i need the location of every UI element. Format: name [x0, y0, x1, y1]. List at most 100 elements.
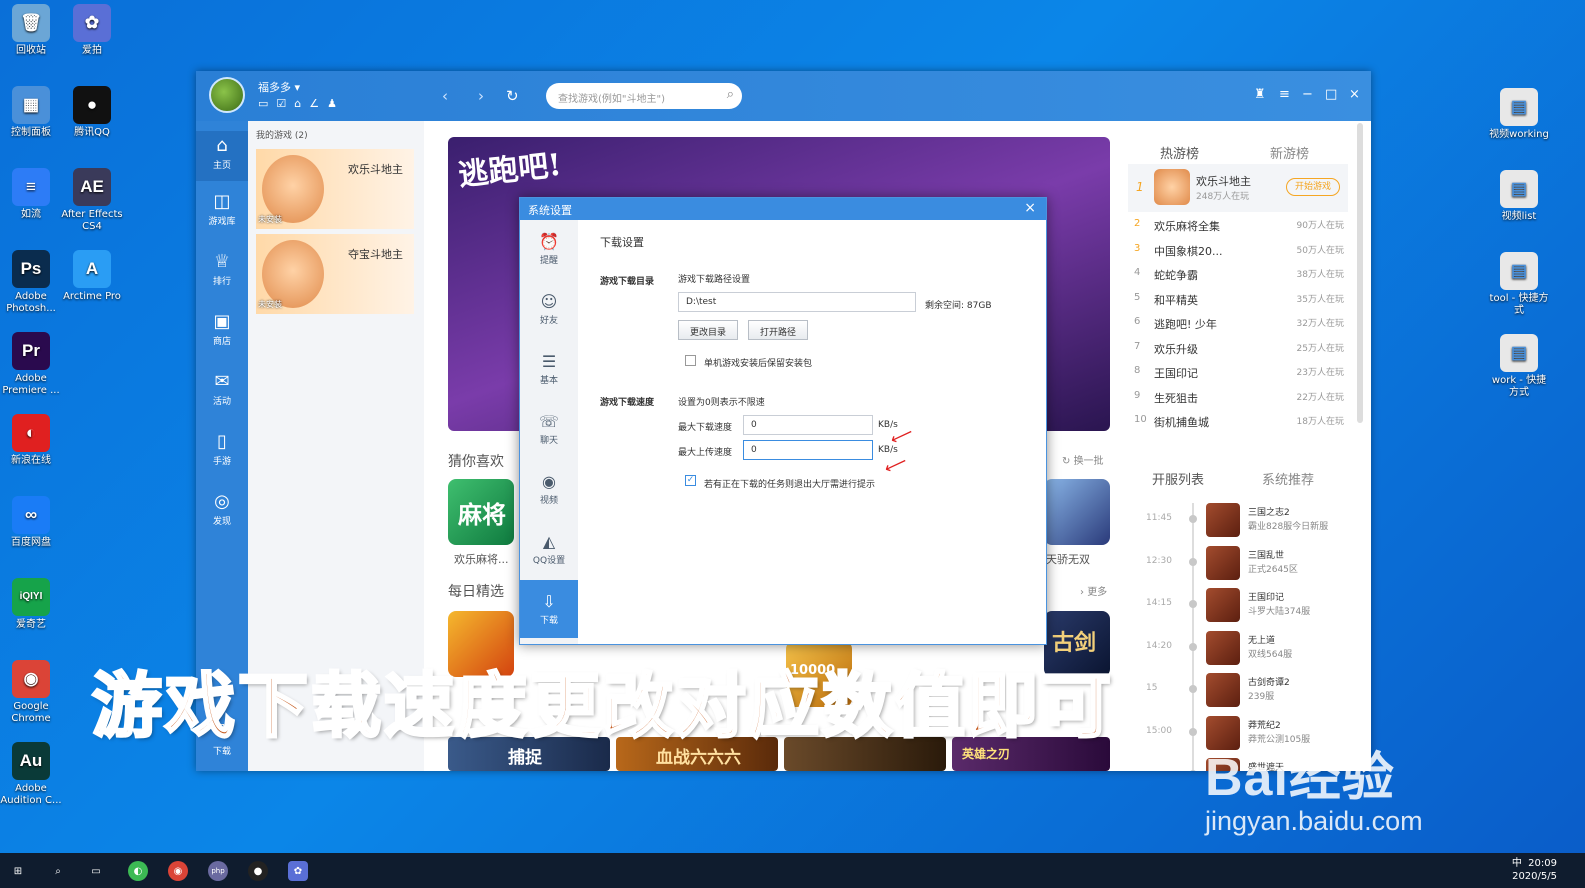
nav-item[interactable]: ▣ 商店 [196, 311, 248, 347]
desktop-icon[interactable]: ▤ tool - 快捷方式 [1488, 252, 1550, 317]
desktop-icon[interactable]: ◐ 新浪在线 [0, 414, 62, 467]
nav-item[interactable]: ✉ 活动 [196, 371, 248, 407]
rank-row[interactable]: 5 和平精英 35万人在玩 [1128, 292, 1344, 312]
back-icon[interactable]: ‹ [442, 87, 448, 105]
search-icon[interactable]: ⌕ [48, 861, 68, 881]
server-row[interactable]: 15 古剑奇谭2 239服 [1124, 671, 1352, 711]
settings-nav-item[interactable]: ☰ 基本 [520, 340, 578, 398]
game-thumb[interactable]: 麻将 [448, 479, 514, 545]
desktop-icon[interactable]: ▤ work - 快捷方式 [1488, 334, 1550, 399]
start-icon[interactable]: ⊞ [8, 861, 28, 881]
nav-item[interactable]: ◫ 游戏库 [196, 191, 248, 227]
nav-item[interactable]: ♕ 排行 [196, 251, 248, 287]
rank-top-item[interactable]: 1 欢乐斗地主 248万人在玩 开始游戏 [1128, 164, 1348, 212]
app-icon[interactable]: ◐ [128, 861, 148, 881]
nav-item[interactable]: ▯ 手游 [196, 431, 248, 467]
game-thumb[interactable] [1044, 479, 1110, 545]
desktop-icon[interactable]: ✿ 爱拍 [61, 4, 123, 57]
desktop-icon[interactable]: ▤ 视频working [1488, 88, 1550, 141]
settings-nav-item[interactable]: ◉ 视频 [520, 460, 578, 518]
my-game-card[interactable]: 欢乐斗地主 未安装 [256, 149, 414, 229]
skin-icon[interactable]: ♜ [1254, 87, 1266, 102]
username[interactable]: 福多多 ▾ [258, 79, 300, 95]
watermark-brand: Bai经验 [1205, 749, 1395, 807]
chrome-icon[interactable]: ◉ [168, 861, 188, 881]
close-icon[interactable]: × [1349, 87, 1360, 102]
server-row[interactable]: 14:20 无上道 双线564服 [1124, 629, 1352, 669]
server-row[interactable]: 14:15 王国印记 斗罗大陆374服 [1124, 586, 1352, 626]
forward-icon[interactable]: › [478, 87, 484, 105]
tab-servers[interactable]: 开服列表 [1152, 469, 1204, 488]
settings-nav-item[interactable]: ◭ QQ设置 [520, 520, 578, 578]
dialog-close-button[interactable]: × [1024, 200, 1036, 216]
open-path-button[interactable]: 打开路径 [748, 320, 808, 340]
aipai-icon[interactable]: ✿ [288, 861, 308, 881]
refresh-icon[interactable]: ↻ [506, 87, 519, 105]
refresh-batch-link[interactable]: ↻ 换一批 [1062, 452, 1104, 467]
desktop-icon[interactable]: Pr Adobe Premiere ... [0, 332, 62, 397]
rank-row[interactable]: 8 王国印记 23万人在玩 [1128, 365, 1344, 385]
max-download-input[interactable]: 0 [743, 415, 873, 435]
rank-row[interactable]: 7 欢乐升级 25万人在玩 [1128, 341, 1344, 361]
nav-icon: ◎ [214, 491, 230, 512]
system-tray[interactable]: 中 20:09 2020/5/5 [1512, 857, 1557, 883]
message-icon[interactable]: ▭ [258, 97, 268, 110]
game-label[interactable]: 天骄无双 [1046, 551, 1090, 567]
scrollbar[interactable] [1357, 123, 1363, 423]
rank-row[interactable]: 3 中国象棋20... 50万人在玩 [1128, 243, 1344, 263]
friends-icon[interactable]: ♟ [327, 97, 337, 110]
more-link[interactable]: › 更多 [1080, 583, 1107, 598]
qq-icon[interactable]: ● [248, 861, 268, 881]
max-upload-input[interactable]: 0 [743, 440, 873, 460]
nav-item[interactable]: ◎ 发现 [196, 491, 248, 527]
maximize-icon[interactable]: □ [1325, 87, 1337, 102]
desktop-icon[interactable]: AE After Effects CS4 [61, 168, 123, 233]
server-row[interactable]: 12:30 三国乱世 正式2645区 [1124, 544, 1352, 584]
desktop-icon[interactable]: Ps Adobe Photosh... [0, 250, 62, 315]
ime-indicator[interactable]: 中 [1512, 858, 1522, 869]
rank-row[interactable]: 6 逃跑吧! 少年 32万人在玩 [1128, 316, 1344, 336]
download-path-input[interactable]: D:\test [678, 292, 916, 312]
settings-nav-item[interactable]: ⏰ 提醒 [520, 220, 578, 278]
server-time: 15:00 [1146, 725, 1172, 736]
server-row[interactable]: 11:45 三国之志2 霸业828服今日新服 [1124, 501, 1352, 541]
desktop-icon[interactable]: ∞ 百度网盘 [0, 496, 62, 549]
desktop-icon[interactable]: A Arctime Pro [61, 250, 123, 303]
search-icon[interactable]: ⌕ [727, 87, 734, 102]
tab-hot[interactable]: 热游榜 [1160, 143, 1199, 162]
desktop-icon[interactable]: ● 腾讯QQ [61, 86, 123, 139]
desktop-icon[interactable]: ▦ 控制面板 [0, 86, 62, 139]
rank-row[interactable]: 10 街机捕鱼城 18万人在玩 [1128, 414, 1344, 434]
desktop-icon[interactable]: ▤ 视频list [1488, 170, 1550, 223]
nav-item[interactable]: ⌂ 主页 [196, 131, 248, 181]
rank-row[interactable]: 9 生死狙击 22万人在玩 [1128, 390, 1344, 410]
nav-label: 主页 [212, 161, 231, 171]
tab-recommend[interactable]: 系统推荐 [1262, 469, 1314, 488]
check-icon[interactable]: ☑ [276, 97, 286, 110]
game-label[interactable]: 欢乐麻将... [454, 551, 509, 567]
keep-package-checkbox[interactable] [685, 355, 696, 366]
rank-row[interactable]: 4 蛇蛇争霸 38万人在玩 [1128, 267, 1344, 287]
settings-nav-item[interactable]: ⇩ 下载 [520, 580, 578, 638]
desktop-icon[interactable]: ◉ Google Chrome [0, 660, 62, 725]
desktop-icon[interactable]: ≡ 如流 [0, 168, 62, 221]
tab-new[interactable]: 新游榜 [1270, 143, 1309, 162]
desktop-icon[interactable]: 🗑 回收站 [0, 4, 62, 57]
exit-prompt-checkbox[interactable]: ✓ [685, 475, 696, 486]
rank-row[interactable]: 2 欢乐麻将全集 90万人在玩 [1128, 218, 1344, 238]
php-icon[interactable]: php [208, 861, 228, 881]
minimize-icon[interactable]: − [1302, 87, 1313, 102]
change-dir-button[interactable]: 更改目录 [678, 320, 738, 340]
my-game-card[interactable]: 夺宝斗地主 未安装 [256, 234, 414, 314]
lock-icon[interactable]: ⌂ [294, 97, 301, 110]
search-input[interactable]: 查找游戏(例如"斗地主") ⌕ [546, 83, 742, 109]
avatar[interactable] [209, 77, 245, 113]
start-game-button[interactable]: 开始游戏 [1286, 178, 1340, 196]
settings-nav-item[interactable]: ☏ 聊天 [520, 400, 578, 458]
edit-icon[interactable]: ∠ [309, 97, 319, 110]
settings-nav-item[interactable]: ☺ 好友 [520, 280, 578, 338]
desktop-icon[interactable]: iQIYI 爱奇艺 [0, 578, 62, 631]
menu-icon[interactable]: ≡ [1279, 87, 1290, 102]
desktop-icon[interactable]: Au Adobe Audition C... [0, 742, 62, 807]
taskview-icon[interactable]: ▭ [86, 861, 106, 881]
